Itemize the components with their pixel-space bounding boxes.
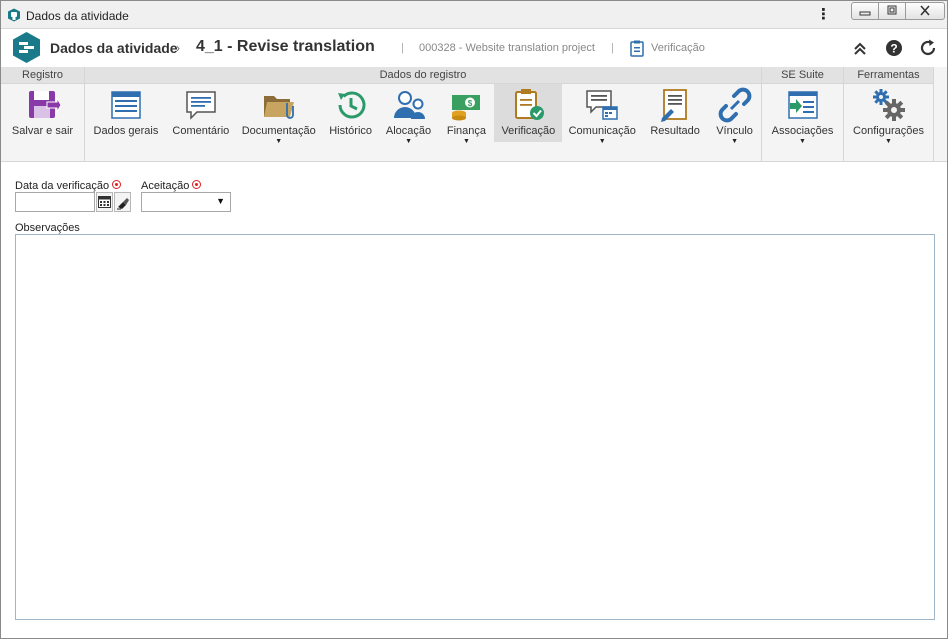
title-bar: Dados da atividade ⋮ (1, 1, 947, 29)
breadcrumb-chevron-icon: › (176, 41, 180, 55)
result-button[interactable]: Resultado (642, 84, 708, 162)
ribbon-label: Comunicação (568, 125, 636, 137)
ribbon-group-ferramentas: Ferramentas Configurações ▼ (844, 67, 934, 162)
refresh-icon[interactable] (919, 39, 937, 57)
dropdown-arrow-icon: ▼ (462, 138, 470, 145)
comment-button[interactable]: Comentário (167, 84, 235, 162)
dropdown-arrow-icon: ▼ (275, 138, 283, 145)
history-button[interactable]: Histórico (323, 84, 379, 162)
allocation-button[interactable]: Alocação ▼ (379, 84, 439, 162)
acceptance-select[interactable]: ▼ (141, 192, 231, 212)
close-button[interactable] (905, 2, 945, 20)
eraser-icon (117, 198, 129, 210)
header-actions: ? (851, 39, 937, 57)
dropdown-arrow-icon: ▼ (799, 138, 806, 145)
calendar-button[interactable] (96, 192, 113, 212)
clear-date-button[interactable] (114, 192, 131, 212)
communication-icon (586, 90, 618, 120)
minimize-icon (859, 11, 871, 16)
link-icon (718, 87, 751, 123)
close-icon (920, 5, 930, 16)
ribbon-label: Configurações (853, 125, 924, 137)
chevron-down-icon: ▼ (216, 196, 225, 206)
window-controls (851, 2, 945, 20)
ribbon-group-se-suite: SE Suite Associações ▼ (762, 67, 844, 162)
ribbon-label: Finança (446, 125, 487, 137)
save-and-exit-button[interactable]: Salvar e sair (1, 84, 84, 162)
acceptance-label-text: Aceitação (141, 180, 190, 192)
general-data-button[interactable]: Dados gerais (85, 84, 167, 162)
dropdown-arrow-icon: ▼ (405, 138, 412, 145)
settings-button[interactable]: Configurações ▼ (844, 84, 933, 162)
page-title: 4_1 - Revise translation (196, 38, 375, 55)
header-separator: | (401, 42, 404, 54)
restore-button[interactable] (878, 2, 906, 20)
activity-window: Dados da atividade ⋮ Dados da atividade … (0, 0, 948, 639)
ribbon-label: Associações (771, 125, 834, 137)
save-exit-icon (28, 91, 61, 118)
acceptance-label: Aceitação (141, 180, 202, 192)
svg-text:$: $ (468, 99, 473, 108)
allocation-icon (393, 91, 425, 119)
settings-icon (872, 89, 905, 121)
project-label: 000328 - Website translation project (419, 42, 595, 54)
associations-button[interactable]: Associações ▼ (762, 84, 843, 162)
ribbon-group-registro: Registro Salvar e sair (1, 67, 85, 162)
dropdown-arrow-icon: ▼ (731, 138, 739, 145)
communication-button[interactable]: Comunicação ▼ (562, 84, 642, 162)
minimize-button[interactable] (851, 2, 879, 20)
date-label-text: Data da verificação (15, 180, 110, 192)
ribbon-label: Salvar e sair (11, 125, 74, 137)
ribbon-label: Alocação (385, 125, 432, 137)
verification-icon (515, 89, 545, 120)
ribbon-group-dados-do-registro: Dados do registro Dados gerais Comentári… (85, 67, 762, 162)
general-data-icon (111, 91, 141, 119)
group-title: Registro (1, 67, 84, 84)
documentation-button[interactable]: Documentação ▼ (235, 84, 323, 162)
group-title: Dados do registro (85, 67, 761, 84)
kebab-menu-icon[interactable]: ⋮ (816, 7, 831, 23)
ribbon-label: Vínculo (716, 125, 753, 137)
group-title: Ferramentas (844, 67, 933, 84)
associations-icon (787, 91, 818, 119)
ribbon-label: Dados gerais (93, 125, 159, 137)
collapse-icon[interactable] (851, 39, 869, 57)
current-view-label: Verificação (651, 42, 705, 54)
documentation-icon (263, 96, 294, 119)
help-icon[interactable]: ? (885, 39, 903, 57)
observations-label: Observações (15, 222, 80, 234)
verification-button[interactable]: Verificação (494, 84, 563, 142)
required-icon (192, 180, 202, 189)
window-title: Dados da atividade (26, 9, 129, 23)
ribbon-label: Resultado (650, 125, 700, 137)
ribbon-label: Comentário (172, 125, 230, 137)
logo-icon (13, 32, 40, 63)
date-label: Data da verificação (15, 180, 122, 192)
svg-text:?: ? (890, 42, 897, 56)
observations-textarea[interactable] (15, 234, 935, 620)
ribbon-label: Histórico (329, 125, 373, 137)
app-icon (8, 8, 20, 22)
ribbon-label: Verificação (501, 125, 556, 137)
ribbon-label: Documentação (241, 125, 316, 137)
date-field[interactable] (15, 192, 95, 212)
page-header: Dados da atividade › 4_1 - Revise transl… (1, 30, 947, 67)
result-icon (661, 89, 688, 122)
dropdown-arrow-icon: ▼ (598, 138, 606, 145)
ribbon-toolbar: Registro Salvar e sair Dados do registro… (1, 67, 947, 162)
finance-icon: $ (452, 95, 481, 121)
required-icon (112, 180, 122, 189)
breadcrumb-section[interactable]: Dados da atividade (50, 40, 178, 56)
comment-icon (186, 91, 216, 120)
history-icon (337, 91, 366, 119)
group-title: SE Suite (762, 67, 843, 84)
verification-small-icon (630, 40, 644, 57)
header-separator: | (611, 42, 614, 54)
finance-button[interactable]: $ Finança ▼ (438, 84, 494, 162)
dropdown-arrow-icon: ▼ (885, 138, 892, 145)
calendar-icon (98, 196, 111, 208)
restore-icon (887, 5, 897, 15)
link-button[interactable]: Vínculo ▼ (708, 84, 761, 162)
